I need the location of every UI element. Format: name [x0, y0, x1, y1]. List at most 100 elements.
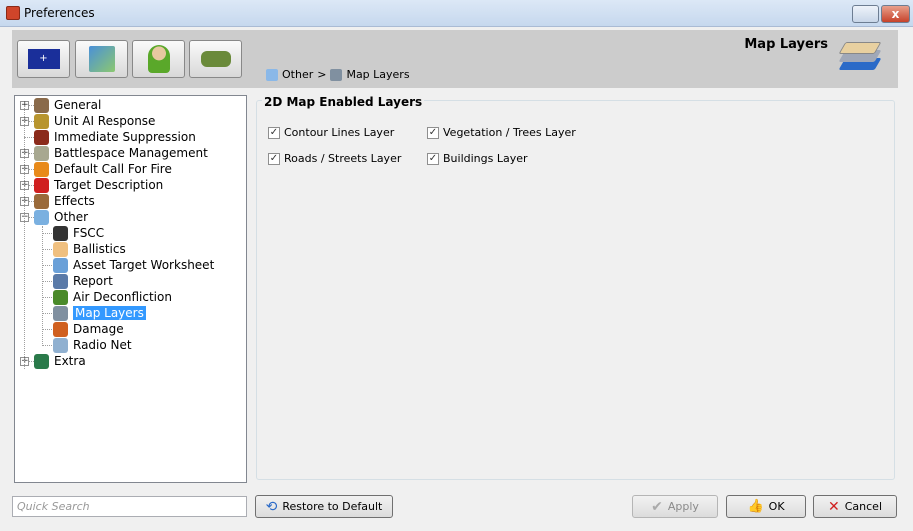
preferences-tree[interactable]: General + Unit AI Response + Immediate Suppr… [14, 95, 247, 483]
map-search-icon [88, 46, 115, 72]
tree-item-extra[interactable]: Extra [34, 353, 86, 369]
tree-item-damage[interactable]: Damage [53, 321, 124, 337]
map-layers-icon [330, 68, 343, 81]
tree-connector [42, 281, 52, 282]
tree-item-label: Extra [54, 354, 86, 368]
air-icon [53, 289, 68, 305]
layer-checkbox-buildings-layer[interactable]: ✓ Buildings Layer [427, 152, 528, 165]
title-bar: Preferences x [0, 0, 913, 27]
toolbar-button-user[interactable] [132, 40, 185, 78]
tree-item-target-description[interactable]: Target Description [34, 177, 163, 193]
tree-item-ballistics[interactable]: Ballistics [53, 241, 126, 257]
tree-connector [42, 345, 52, 346]
breadcrumb-separator: > [317, 68, 327, 81]
tree-item-label: Immediate Suppression [54, 130, 196, 144]
minimize-button[interactable] [852, 5, 879, 23]
tree-item-label: Unit AI Response [54, 114, 156, 128]
breadcrumb: Other > Map Layers [266, 68, 410, 81]
tree-connector [42, 226, 43, 346]
map-layers-icon [838, 40, 882, 74]
suppression-icon [34, 129, 49, 145]
layer-checkbox-contour-lines-layer[interactable]: ✓ Contour Lines Layer [268, 126, 394, 139]
tree-item-other[interactable]: Other [34, 209, 88, 225]
table-icon [53, 241, 68, 257]
tree-connector [24, 137, 34, 138]
breadcrumb-parent[interactable]: Other [282, 68, 313, 81]
tree-item-general[interactable]: General [34, 97, 101, 113]
document-icon [266, 68, 278, 81]
worksheet-icon [53, 257, 68, 273]
tree-item-default-call-for-fire[interactable]: Default Call For Fire [34, 161, 172, 177]
camera-icon [53, 225, 68, 241]
damage-icon [53, 321, 68, 337]
close-button[interactable]: x [881, 5, 910, 23]
toolbar-button-map[interactable] [75, 40, 128, 78]
checkbox-label: Roads / Streets Layer [284, 152, 402, 165]
tree-item-label: Ballistics [73, 242, 126, 256]
map-layers-icon [53, 305, 68, 321]
tree-item-label: Report [73, 274, 113, 288]
thumbs-up-icon: 👍 [747, 499, 764, 514]
restore-default-button[interactable]: ⟲ Restore to Default [255, 495, 393, 518]
checkbox-label: Buildings Layer [443, 152, 528, 165]
checkbox[interactable]: ✓ [427, 152, 439, 165]
fx-icon [34, 193, 49, 209]
tree-item-label: FSCC [73, 226, 105, 240]
tree-item-map-layers[interactable]: Map Layers [53, 305, 146, 321]
tree-item-label: Damage [73, 322, 124, 336]
fire-icon [34, 161, 49, 177]
tree-item-label: Default Call For Fire [54, 162, 172, 176]
tree-item-label: Radio Net [73, 338, 132, 352]
tree-item-label: Map Layers [73, 306, 146, 320]
tree-item-fscc[interactable]: FSCC [53, 225, 104, 241]
header-panel: + Other > Map Layers Map Layers [12, 30, 898, 88]
layer-checkbox-vegetation-trees-layer[interactable]: ✓ Vegetation / Trees Layer [427, 126, 576, 139]
download-icon [34, 353, 49, 369]
tank-icon [200, 51, 231, 67]
tree-item-immediate-suppression[interactable]: Immediate Suppression [34, 129, 196, 145]
checkbox[interactable]: ✓ [268, 126, 280, 139]
quick-search-input[interactable]: Quick Search [12, 496, 247, 517]
tree-item-label: General [54, 98, 102, 112]
x-icon: ✕ [828, 498, 840, 515]
tree-item-label: Battlespace Management [54, 146, 208, 160]
checkbox-label: Contour Lines Layer [284, 126, 395, 139]
target-icon [34, 177, 49, 193]
tree-connector [24, 105, 25, 369]
tree-item-asset-target-worksheet[interactable]: Asset Target Worksheet [53, 257, 214, 273]
breadcrumb-current: Map Layers [346, 68, 410, 81]
tree-item-effects[interactable]: Effects [34, 193, 95, 209]
tree-item-label: Asset Target Worksheet [73, 258, 215, 272]
window-title: Preferences [24, 6, 95, 20]
tree-connector [42, 329, 52, 330]
tree-item-label: Air Deconfliction [73, 290, 172, 304]
restore-label: Restore to Default [282, 500, 383, 513]
tree-item-report[interactable]: Report [53, 273, 113, 289]
tree-connector [42, 313, 52, 314]
checkbox[interactable]: ✓ [268, 152, 280, 165]
ok-label: OK [768, 500, 785, 513]
document-icon [34, 209, 49, 225]
tree-connector [42, 297, 52, 298]
tree-item-battlespace-management[interactable]: Battlespace Management [34, 145, 208, 161]
tree-item-label: Other [54, 210, 89, 224]
apply-label: Apply [667, 500, 699, 513]
checkbox[interactable]: ✓ [427, 126, 439, 139]
group-title: 2D Map Enabled Layers [262, 95, 425, 109]
tree-connector [42, 265, 52, 266]
ok-button[interactable]: 👍 OK [726, 495, 806, 518]
app-icon [6, 6, 20, 20]
user-icon [147, 45, 170, 73]
apply-button[interactable]: ✔ Apply [632, 495, 718, 518]
page-title: Map Layers [744, 37, 828, 52]
tree-item-label: Target Description [54, 178, 164, 192]
tree-item-unit-ai-response[interactable]: Unit AI Response [34, 113, 155, 129]
toolbar-button-nato[interactable]: + [17, 40, 70, 78]
toolbar-button-tank[interactable] [189, 40, 242, 78]
layer-checkbox-roads-streets-layer[interactable]: ✓ Roads / Streets Layer [268, 152, 401, 165]
cancel-button[interactable]: ✕ Cancel [813, 495, 897, 518]
tree-item-air-deconfliction[interactable]: Air Deconfliction [53, 289, 172, 305]
tree-item-radio-net[interactable]: Radio Net [53, 337, 132, 353]
restore-icon: ⟲ [265, 498, 278, 515]
check-icon: ✔ [651, 498, 663, 515]
